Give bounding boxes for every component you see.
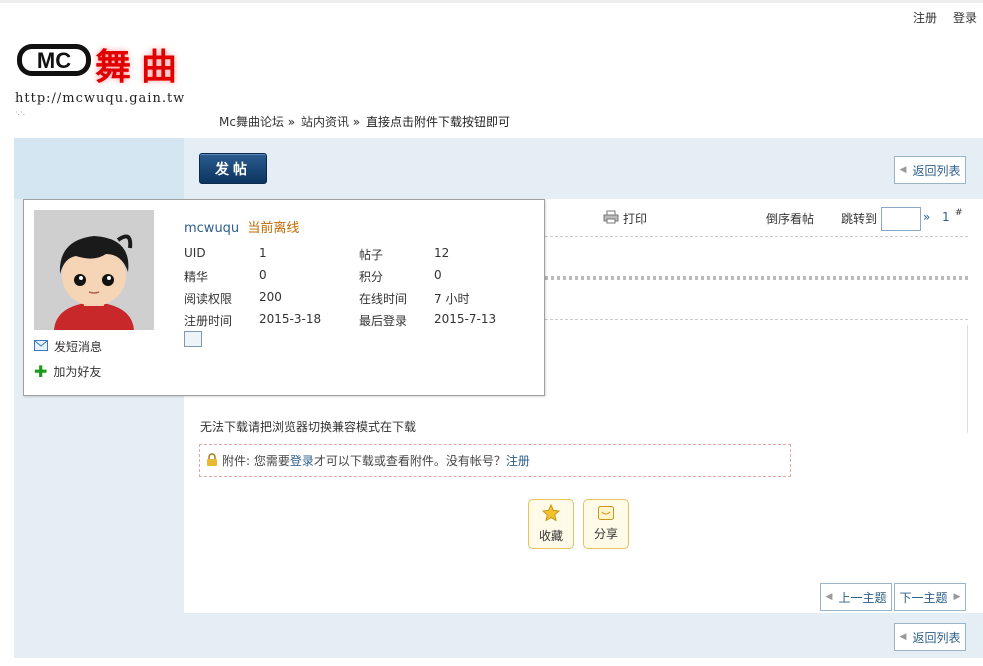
attachment-notice: 附件: 您需要 登录 才可以下载或查看附件。没有帐号？ 注册 bbox=[199, 444, 791, 477]
jump-to-input[interactable] bbox=[881, 207, 921, 231]
back-to-list-label: 返回列表 bbox=[912, 630, 961, 645]
stat-label: 帖子 bbox=[359, 248, 384, 262]
next-topic-button[interactable]: 下一主题 ▶ bbox=[894, 583, 966, 611]
print-label: 打印 bbox=[623, 212, 648, 226]
stat-label: 积分 bbox=[359, 270, 384, 284]
login-link[interactable]: 登录 bbox=[953, 9, 977, 26]
user-avatar[interactable] bbox=[34, 210, 154, 330]
floor-number[interactable]: 1 bbox=[942, 210, 950, 224]
attach-login-link[interactable]: 登录 bbox=[290, 452, 314, 469]
bottom-action-bar bbox=[14, 613, 983, 658]
attach-register-link[interactable]: 注册 bbox=[506, 452, 530, 469]
chevron-left-icon: ◀ bbox=[825, 592, 833, 602]
stat-label: 最后登录 bbox=[359, 314, 408, 328]
stat-value: 2015-3-18 bbox=[259, 312, 322, 326]
stat-value: 0 bbox=[434, 268, 442, 282]
stat-label: 注册时间 bbox=[184, 314, 233, 328]
user-name-link[interactable]: mcwuqu bbox=[184, 221, 239, 236]
attach-text-prefix: 附件: 您需要 bbox=[222, 454, 290, 468]
floor-hash: # bbox=[955, 208, 963, 218]
favorite-button[interactable]: 收藏 bbox=[528, 499, 574, 549]
stat-label: 精华 bbox=[184, 270, 209, 284]
user-status: 当前离线 bbox=[247, 221, 300, 236]
user-name-row: mcwuqu 当前离线 bbox=[184, 217, 299, 236]
logo-dots: ·.·. bbox=[15, 108, 26, 117]
lock-icon bbox=[206, 452, 218, 469]
share-label: 分享 bbox=[593, 527, 618, 541]
prev-topic-label: 上一主题 bbox=[838, 590, 887, 605]
stat-label: 阅读权限 bbox=[184, 292, 233, 306]
send-message-label: 发短消息 bbox=[54, 340, 103, 354]
top-strip bbox=[0, 0, 983, 3]
breadcrumb-sep: » bbox=[352, 115, 361, 129]
favorite-label: 收藏 bbox=[538, 529, 563, 543]
stat-value: 7 小时 bbox=[434, 292, 470, 306]
mc-logo-text: MC bbox=[37, 48, 71, 73]
post-message: 无法下载请把浏览器切换兼容模式在下载 bbox=[200, 420, 417, 434]
stat-label: UID bbox=[184, 246, 206, 260]
chevron-right-icon: ▶ bbox=[953, 592, 961, 602]
envelope-icon bbox=[34, 339, 48, 354]
prev-topic-button[interactable]: ◀ 上一主题 bbox=[820, 583, 892, 611]
content-scroll-edge bbox=[967, 325, 968, 433]
back-to-list-label: 返回列表 bbox=[912, 163, 961, 178]
stat-label: 在线时间 bbox=[359, 292, 408, 306]
back-to-list-button-bottom[interactable]: ◀ 返回列表 bbox=[894, 623, 966, 651]
stat-value: 0 bbox=[259, 268, 267, 282]
back-to-list-button-top[interactable]: ◀ 返回列表 bbox=[894, 156, 966, 184]
stat-value: 200 bbox=[259, 290, 282, 304]
chevron-left-icon: ◀ bbox=[899, 632, 907, 642]
breadcrumb-sep: » bbox=[287, 115, 296, 129]
vcard-icon[interactable] bbox=[184, 331, 202, 347]
register-link[interactable]: 注册 bbox=[913, 9, 937, 26]
stat-value: 1 bbox=[259, 246, 267, 260]
breadcrumb-current: 直接点击附件下载按钮即可 bbox=[365, 115, 510, 129]
user-info-popup: mcwuqu 当前离线 UID 1 帖子 12 精华 0 积分 0 阅读权限 2… bbox=[23, 199, 545, 396]
add-friend-label: 加为好友 bbox=[53, 365, 102, 379]
attach-text-middle: 才可以下载或查看附件。没有帐号？ bbox=[313, 454, 506, 468]
print-button[interactable]: 打印 bbox=[603, 210, 647, 227]
top-links: 注册 登录 bbox=[913, 9, 977, 26]
printer-icon bbox=[603, 210, 619, 227]
new-post-button[interactable]: 发帖 bbox=[199, 153, 267, 184]
mc-logo-mark: MC bbox=[15, 40, 93, 80]
logo-url: http://mcwuqu.gain.tw bbox=[15, 91, 186, 106]
reverse-order-link[interactable]: 倒序看帖 bbox=[766, 210, 814, 227]
share-icon bbox=[598, 506, 614, 523]
user-stats: UID 1 帖子 12 精华 0 积分 0 阅读权限 200 在线时间 7 小时… bbox=[184, 246, 514, 329]
jump-to-label: 跳转到 bbox=[841, 212, 878, 226]
stat-value: 12 bbox=[434, 246, 450, 260]
breadcrumb-forum[interactable]: 站内资讯 bbox=[301, 115, 349, 129]
star-icon bbox=[541, 503, 561, 525]
breadcrumb-home[interactable]: Mc舞曲论坛 bbox=[219, 115, 284, 129]
logo-title: 舞曲 bbox=[95, 46, 188, 88]
send-message-button[interactable]: 发短消息 bbox=[34, 338, 102, 355]
sidebar-header bbox=[14, 138, 184, 199]
next-topic-label: 下一主题 bbox=[899, 590, 948, 605]
share-button[interactable]: 分享 bbox=[583, 499, 629, 549]
site-logo[interactable]: MC 舞曲 http://mcwuqu.gain.tw ·.·. bbox=[15, 38, 195, 118]
plus-icon: ✚ bbox=[34, 361, 48, 381]
stat-value: 2015-7-13 bbox=[434, 312, 497, 326]
chevron-left-icon: ◀ bbox=[899, 165, 907, 175]
add-friend-button[interactable]: ✚ 加为好友 bbox=[34, 363, 101, 380]
breadcrumb: Mc舞曲论坛 » 站内资讯 » 直接点击附件下载按钮即可 bbox=[219, 113, 512, 130]
jump-go-button[interactable]: » bbox=[923, 210, 930, 224]
